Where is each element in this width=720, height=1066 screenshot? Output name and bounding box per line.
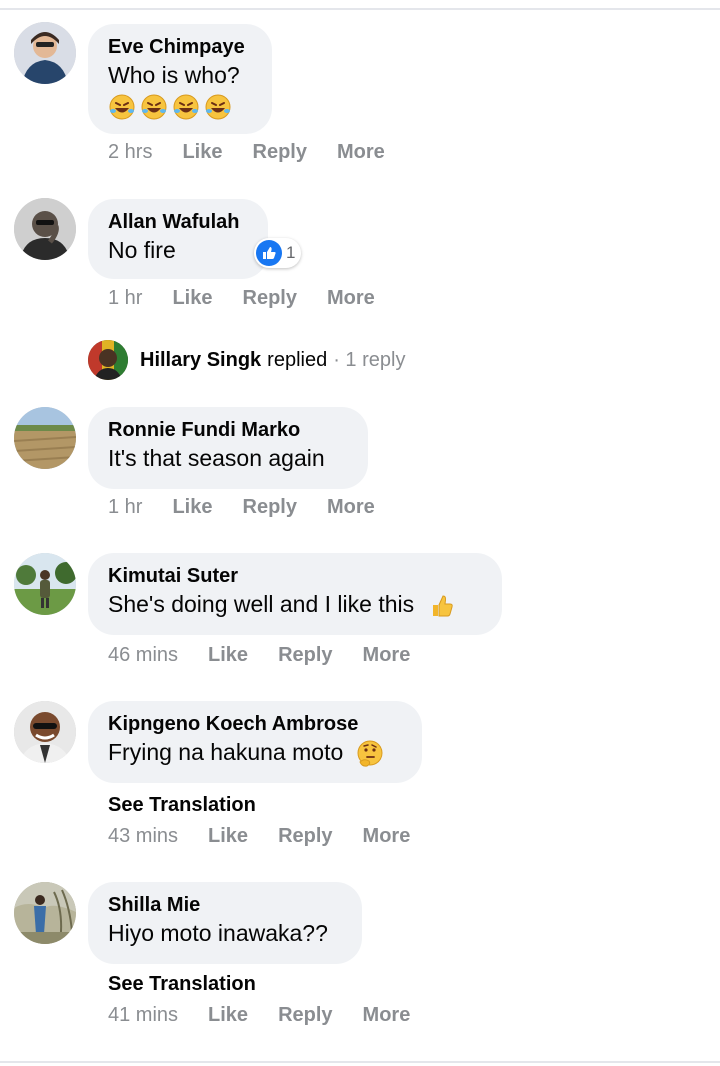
comment-author[interactable]: Shilla Mie bbox=[108, 893, 340, 917]
comment-meta: 2 hrs Like Reply More bbox=[108, 141, 415, 164]
comment-time[interactable]: 1 hr bbox=[108, 287, 142, 310]
like-button[interactable]: Like bbox=[172, 287, 212, 310]
comment-text: Who is who? bbox=[108, 62, 240, 88]
reply-author[interactable]: Hillary Singk bbox=[140, 349, 261, 372]
comment-meta: 1 hr Like Reply More bbox=[108, 287, 405, 310]
comment-time[interactable]: 46 mins bbox=[108, 644, 178, 667]
reply-button[interactable]: Reply bbox=[243, 496, 297, 519]
see-translation-link[interactable]: See Translation bbox=[108, 794, 256, 817]
laughing-crying-emoji-icon bbox=[205, 94, 231, 120]
more-button[interactable]: More bbox=[327, 287, 375, 310]
comment-meta: 46 mins Like Reply More bbox=[108, 644, 440, 667]
comment-author[interactable]: Eve Chimpaye bbox=[108, 35, 250, 59]
comment-text: Frying na hakuna moto bbox=[108, 736, 400, 768]
reply-button[interactable]: Reply bbox=[243, 287, 297, 310]
comment-bubble: Kimutai Suter She's doing well and I lik… bbox=[88, 553, 502, 635]
comment-meta: 41 mins Like Reply More bbox=[108, 1004, 440, 1027]
comment-bubble: Eve Chimpaye Who is who? bbox=[88, 24, 272, 134]
thinking-face-emoji-icon bbox=[357, 740, 383, 767]
comment-author[interactable]: Ronnie Fundi Marko bbox=[108, 418, 346, 442]
like-button[interactable]: Like bbox=[208, 644, 248, 667]
replies-link[interactable]: Hillary Singk replied · 1 reply bbox=[88, 340, 405, 380]
avatar[interactable] bbox=[14, 198, 76, 260]
comment-text: Hiyo moto inawaka?? bbox=[108, 920, 328, 946]
like-reaction-icon bbox=[256, 240, 282, 266]
comment-meta: 43 mins Like Reply More bbox=[108, 825, 440, 848]
more-button[interactable]: More bbox=[327, 496, 375, 519]
comment-bubble: Kipngeno Koech Ambrose Frying na hakuna … bbox=[88, 701, 422, 783]
avatar[interactable] bbox=[14, 22, 76, 84]
top-divider bbox=[0, 8, 720, 10]
reply-button[interactable]: Reply bbox=[253, 141, 307, 164]
more-button[interactable]: More bbox=[363, 644, 411, 667]
reply-count[interactable]: · 1 reply bbox=[333, 349, 405, 372]
comment-author[interactable]: Allan Wafulah bbox=[108, 210, 246, 234]
see-translation-link[interactable]: See Translation bbox=[108, 973, 256, 996]
thumbs-up-emoji-icon bbox=[432, 595, 453, 617]
comment-author[interactable]: Kimutai Suter bbox=[108, 564, 480, 588]
comment-text: She's doing well and I like this bbox=[108, 588, 480, 620]
comment-time[interactable]: 43 mins bbox=[108, 825, 178, 848]
emoji-row bbox=[108, 93, 250, 121]
more-button[interactable]: More bbox=[363, 825, 411, 848]
laughing-crying-emoji-icon bbox=[141, 94, 167, 120]
comment-text-content: She's doing well and I like this bbox=[108, 591, 415, 617]
comment-author[interactable]: Kipngeno Koech Ambrose bbox=[108, 712, 400, 736]
comment-text-content: Frying na hakuna moto bbox=[108, 739, 344, 765]
reply-button[interactable]: Reply bbox=[278, 825, 332, 848]
avatar[interactable] bbox=[14, 407, 76, 469]
comment-text: No fire bbox=[108, 237, 176, 263]
laughing-crying-emoji-icon bbox=[173, 94, 199, 120]
like-button[interactable]: Like bbox=[172, 496, 212, 519]
avatar bbox=[88, 340, 128, 380]
comment-bubble: Allan Wafulah No fire bbox=[88, 199, 268, 279]
comment-text: It's that season again bbox=[108, 445, 325, 471]
reaction-count: 1 bbox=[286, 243, 296, 262]
avatar[interactable] bbox=[14, 882, 76, 944]
comment-time[interactable]: 41 mins bbox=[108, 1004, 178, 1027]
avatar[interactable] bbox=[14, 701, 76, 763]
comment-time[interactable]: 1 hr bbox=[108, 496, 142, 519]
bottom-divider bbox=[0, 1061, 720, 1063]
laughing-crying-emoji-icon bbox=[109, 94, 135, 120]
like-button[interactable]: Like bbox=[182, 141, 222, 164]
reply-verb: replied bbox=[267, 348, 328, 371]
comment-bubble: Ronnie Fundi Marko It's that season agai… bbox=[88, 407, 368, 489]
comment-time[interactable]: 2 hrs bbox=[108, 141, 152, 164]
reply-button[interactable]: Reply bbox=[278, 644, 332, 667]
like-button[interactable]: Like bbox=[208, 825, 248, 848]
more-button[interactable]: More bbox=[363, 1004, 411, 1027]
like-button[interactable]: Like bbox=[208, 1004, 248, 1027]
avatar[interactable] bbox=[14, 553, 76, 615]
comment-meta: 1 hr Like Reply More bbox=[108, 496, 405, 519]
more-button[interactable]: More bbox=[337, 141, 385, 164]
comment-bubble: Shilla Mie Hiyo moto inawaka?? bbox=[88, 882, 362, 964]
reply-button[interactable]: Reply bbox=[278, 1004, 332, 1027]
reaction-summary[interactable]: 1 bbox=[254, 238, 302, 268]
